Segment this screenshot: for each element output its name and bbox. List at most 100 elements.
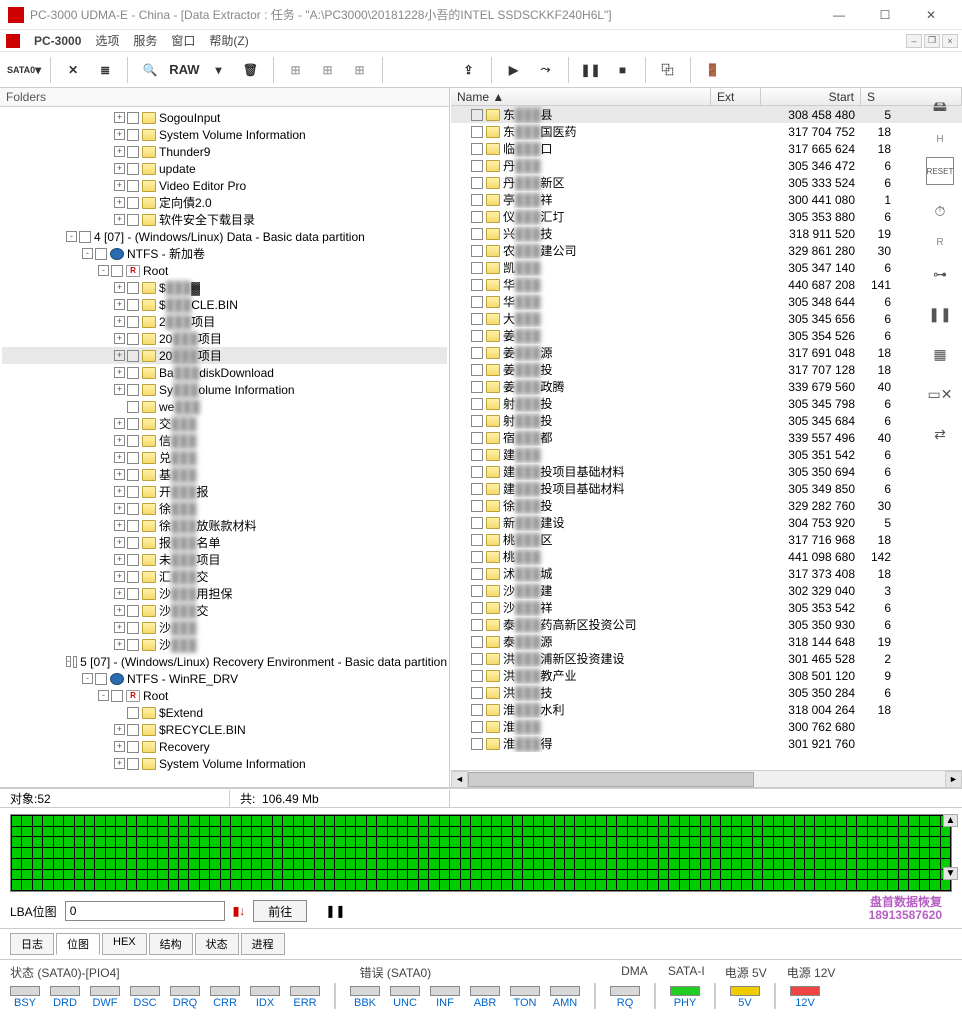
table-row[interactable]: 射███投305 345 7986 [451,395,962,412]
row-checkbox[interactable] [471,262,483,274]
row-checkbox[interactable] [471,619,483,631]
expand-icon[interactable]: + [114,214,125,225]
tree-node[interactable]: +基███ [2,466,447,483]
table-row[interactable]: 徐███投329 282 76030 [451,497,962,514]
report-icon[interactable]: ≣ [91,56,119,84]
scroll-left-icon[interactable]: ◄ [451,771,468,788]
map-scroll-up-icon[interactable]: ▲ [943,814,958,827]
table-row[interactable]: 洪███技305 350 2846 [451,684,962,701]
reset-icon[interactable]: RESET [926,157,954,185]
row-checkbox[interactable] [471,517,483,529]
expand-icon[interactable]: + [114,639,125,650]
disk-icon[interactable]: 🖴 [926,94,954,122]
row-checkbox[interactable] [471,670,483,682]
tree-node[interactable]: +沙███ [2,636,447,653]
expand-icon[interactable]: + [114,384,125,395]
tree-node[interactable]: +$███CLE.BIN [2,296,447,313]
table-row[interactable]: 泰███药高新区投资公司305 350 9306 [451,616,962,633]
expand-icon[interactable]: + [114,452,125,463]
expand-icon[interactable]: + [114,333,125,344]
checkbox[interactable] [127,146,139,158]
lba-go-button[interactable]: 前往 [253,900,307,922]
row-checkbox[interactable] [471,160,483,172]
tree-node[interactable]: +开███报 [2,483,447,500]
minimize-button[interactable]: — [816,0,862,30]
pause2-icon[interactable]: ❚❚ [926,300,954,328]
row-checkbox[interactable] [471,534,483,546]
tree-node[interactable]: +20███项目 [2,330,447,347]
table-row[interactable]: 姜███政腾339 679 56040 [451,378,962,395]
row-checkbox[interactable] [471,228,483,240]
table-row[interactable]: 姜███投317 707 12818 [451,361,962,378]
expand-icon[interactable]: + [114,146,125,157]
tools-icon[interactable]: ✕ [59,56,87,84]
row-checkbox[interactable] [471,483,483,495]
checkbox[interactable] [127,554,139,566]
tree-node[interactable]: -RRoot [2,262,447,279]
checkbox[interactable] [127,299,139,311]
table-row[interactable]: 射███投305 345 6846 [451,412,962,429]
search-icon[interactable]: 🔍 [136,56,164,84]
tree-node[interactable]: +$███▓ [2,279,447,296]
row-checkbox[interactable] [471,636,483,648]
tree-node[interactable]: $Extend [2,704,447,721]
checkbox[interactable] [111,690,123,702]
row-checkbox[interactable] [471,466,483,478]
scroll-right-icon[interactable]: ► [945,771,962,788]
table-row[interactable]: 临███口317 665 62418 [451,140,962,157]
row-checkbox[interactable] [471,347,483,359]
table-row[interactable]: 东███国医药317 704 75218 [451,123,962,140]
table-row[interactable]: 沙███建302 329 0403 [451,582,962,599]
tree-node[interactable]: +交███ [2,415,447,432]
checkbox[interactable] [127,112,139,124]
expand-icon[interactable] [114,401,125,412]
table-row[interactable]: 农███建公司329 861 28030 [451,242,962,259]
expand-icon[interactable]: + [114,605,125,616]
row-checkbox[interactable] [471,143,483,155]
sata-selector[interactable]: SATA0▾ [6,56,42,84]
checkbox[interactable] [79,231,91,243]
tree-node[interactable]: +System Volume Information [2,755,447,772]
close-button[interactable]: ✕ [908,0,954,30]
expand-icon[interactable]: + [114,418,125,429]
row-checkbox[interactable] [471,194,483,206]
expand-icon[interactable]: + [114,112,125,123]
table-row[interactable]: 东███县308 458 4805 [451,106,962,123]
tree-node[interactable]: +SogouInput [2,109,447,126]
menu-help[interactable]: 帮助(Z) [209,32,248,49]
table-row[interactable]: 兴███技318 911 52019 [451,225,962,242]
table-row[interactable]: 桃███区317 716 96818 [451,531,962,548]
row-checkbox[interactable] [471,721,483,733]
expand-icon[interactable]: + [114,758,125,769]
slider-icon[interactable]: ⊶ [926,260,954,288]
row-checkbox[interactable] [471,704,483,716]
grid-hscroll[interactable]: ◄ ► [451,770,962,787]
tree-node[interactable]: +未███项目 [2,551,447,568]
table-row[interactable]: 建███投项目基础材料305 350 6946 [451,463,962,480]
menu-services[interactable]: 服务 [133,32,157,49]
tab-HEX[interactable]: HEX [102,933,147,955]
row-checkbox[interactable] [471,738,483,750]
tree-node[interactable]: +沙███用担保 [2,585,447,602]
tree-node[interactable]: +Thunder9 [2,143,447,160]
lba-pause-icon[interactable]: ❚❚ [325,904,345,918]
checkbox[interactable] [127,384,139,396]
expand-icon[interactable]: - [82,673,93,684]
expand-icon[interactable]: + [114,350,125,361]
row-checkbox[interactable] [471,449,483,461]
row-checkbox[interactable] [471,279,483,291]
funnel-icon[interactable]: ▾ [205,56,233,84]
table-row[interactable]: 丹███305 346 4726 [451,157,962,174]
checkbox[interactable] [127,622,139,634]
table-row[interactable]: 新███建设304 753 9205 [451,514,962,531]
chip-icon[interactable]: ▦ [926,340,954,368]
checkbox[interactable] [127,282,139,294]
tree-node[interactable]: +徐███ [2,500,447,517]
table-row[interactable]: 姜███305 354 5266 [451,327,962,344]
checkbox[interactable] [127,197,139,209]
expand-icon[interactable]: + [114,282,125,293]
table-row[interactable]: 凯███305 347 1406 [451,259,962,276]
tab-状态[interactable]: 状态 [195,933,239,955]
tree-node[interactable]: +报███名单 [2,534,447,551]
mdi-close[interactable]: × [942,34,958,48]
